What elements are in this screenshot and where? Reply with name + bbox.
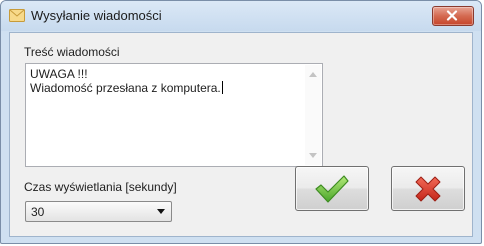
cancel-button[interactable]	[391, 166, 465, 211]
envelope-icon	[9, 9, 25, 22]
close-button[interactable]	[432, 6, 474, 26]
dialog-window: Wysyłanie wiadomości Treść wiadomości UW…	[0, 0, 482, 244]
scroll-up-icon[interactable]	[309, 72, 317, 77]
message-label: Treść wiadomości	[24, 45, 120, 59]
duration-label: Czas wyświetlania [sekundy]	[24, 180, 177, 194]
close-icon	[446, 10, 458, 21]
dialog-content: Treść wiadomości UWAGA !!! Wiadomość prz…	[9, 32, 473, 237]
scroll-down-icon[interactable]	[309, 153, 317, 158]
duration-value: 30	[31, 205, 45, 219]
message-line: Wiadomość przesłana z komputera.	[30, 81, 223, 95]
text-caret	[221, 81, 223, 94]
message-textarea[interactable]: UWAGA !!! Wiadomość przesłana z komputer…	[25, 63, 323, 167]
window-title: Wysyłanie wiadomości	[31, 8, 162, 23]
ok-button[interactable]	[295, 166, 369, 211]
message-line: UWAGA !!!	[30, 67, 88, 81]
cross-icon	[415, 176, 441, 201]
chevron-down-icon	[157, 209, 165, 214]
duration-select[interactable]: 30	[25, 201, 172, 222]
vertical-scrollbar[interactable]	[305, 65, 321, 165]
title-bar[interactable]: Wysyłanie wiadomości	[1, 1, 481, 31]
checkmark-icon	[315, 174, 349, 203]
